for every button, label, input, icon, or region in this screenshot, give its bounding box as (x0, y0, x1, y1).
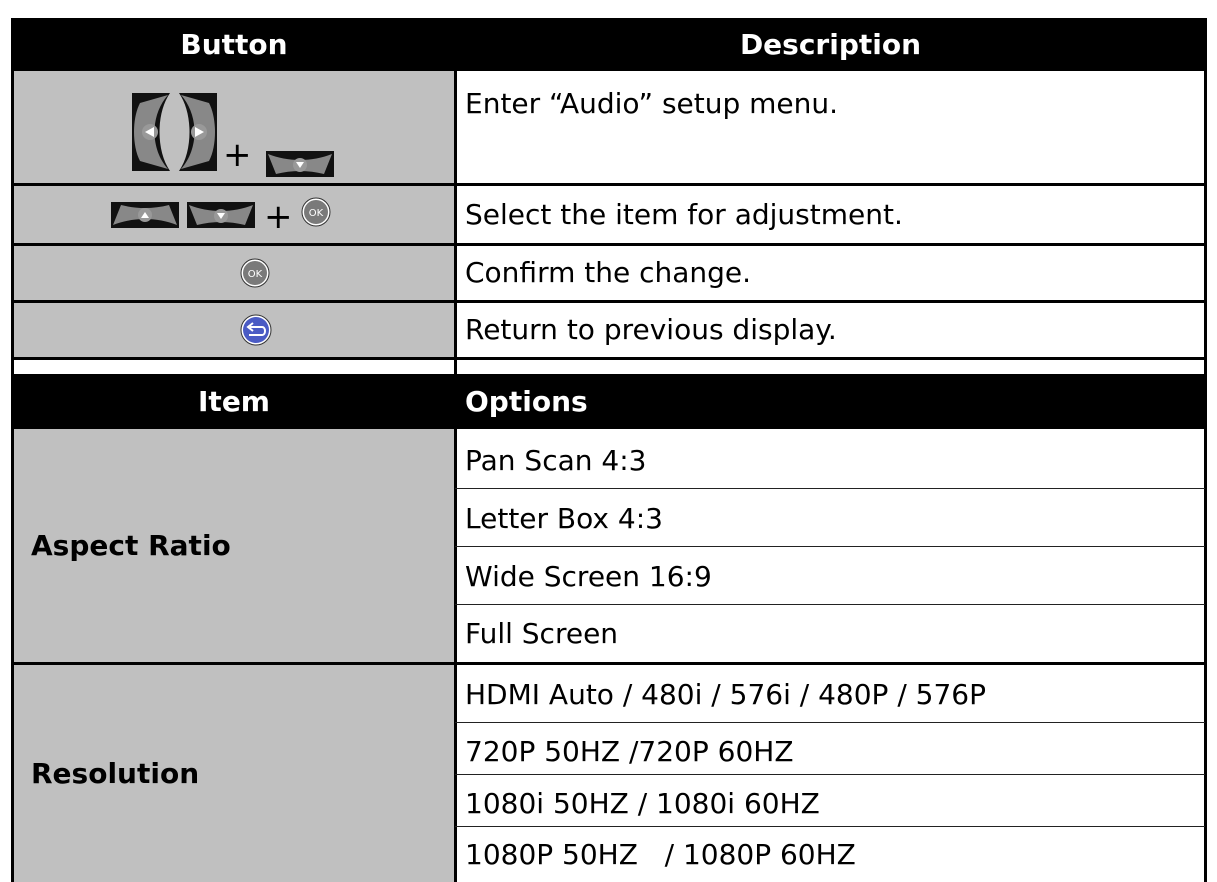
option-text: 1080P 50HZ / 1080P 60HZ (465, 837, 856, 871)
down-arrow-icon (266, 151, 334, 177)
description-row-2: Select the item for adjustment. (455, 184, 1206, 244)
return-icon (240, 314, 272, 346)
description-row-3: Confirm the change. (455, 244, 1206, 301)
plus-sign: + (264, 197, 293, 237)
ok-icon: OK (301, 197, 331, 227)
table-border (1204, 18, 1207, 882)
header-item-label: Item (198, 385, 270, 418)
row-divider (455, 604, 1205, 605)
table-border (454, 18, 457, 882)
table-border (11, 243, 1207, 246)
description-text: Return to previous display. (465, 313, 837, 346)
item-aspect-ratio: Aspect Ratio (13, 429, 455, 662)
option-text: HDMI Auto / 480i / 576i / 480P / 576P (465, 677, 986, 711)
header-options: Options (455, 374, 1206, 429)
svg-text:OK: OK (248, 269, 263, 280)
option-text: Wide Screen 16:9 (465, 559, 712, 593)
plus-sign: + (223, 135, 252, 175)
header-button-label: Button (180, 28, 288, 61)
button-cell-row-4 (13, 301, 455, 358)
header-item: Item (13, 374, 455, 429)
option-text: 1080i 50HZ / 1080i 60HZ (465, 786, 820, 820)
down-arrow-icon (187, 202, 255, 228)
item-label: Aspect Ratio (31, 529, 231, 562)
ok-icon: OK (240, 258, 270, 288)
header-description: Description (455, 18, 1206, 71)
left-arrow-icon (132, 93, 170, 171)
option-text: Full Screen (465, 616, 619, 650)
row-divider (455, 774, 1205, 775)
description-text: Select the item for adjustment. (465, 197, 903, 231)
item-label: Resolution (31, 757, 200, 790)
row-divider (455, 546, 1205, 547)
option-text: 720P 50HZ /720P 60HZ (465, 734, 794, 768)
button-cell-row-1: + (13, 71, 455, 184)
header-options-label: Options (465, 385, 588, 418)
button-cell-row-3: OK (13, 244, 455, 301)
item-resolution: Resolution (13, 665, 455, 882)
description-row-4: Return to previous display. (455, 301, 1206, 358)
table-border (11, 357, 1207, 360)
right-arrow-icon (179, 93, 217, 171)
svg-text:OK: OK (309, 208, 324, 219)
description-row-1: Enter “Audio” setup menu. (455, 71, 1206, 184)
document-page: Button Description + Enter “Audio” setup… (0, 0, 1217, 882)
table-border (11, 662, 1207, 665)
up-arrow-icon (111, 202, 179, 228)
description-text: Enter “Audio” setup menu. (465, 87, 839, 120)
row-divider (455, 488, 1205, 489)
row-divider (455, 826, 1205, 827)
table-border (11, 183, 1207, 186)
button-cell-row-2: + OK (13, 184, 455, 244)
option-text: Letter Box 4:3 (465, 501, 663, 535)
table-border (11, 18, 14, 882)
table-border (11, 300, 1207, 303)
header-description-label: Description (739, 28, 922, 61)
header-button: Button (13, 18, 455, 71)
row-divider (455, 722, 1205, 723)
option-text: Pan Scan 4:3 (465, 443, 647, 477)
description-text: Confirm the change. (465, 256, 752, 289)
